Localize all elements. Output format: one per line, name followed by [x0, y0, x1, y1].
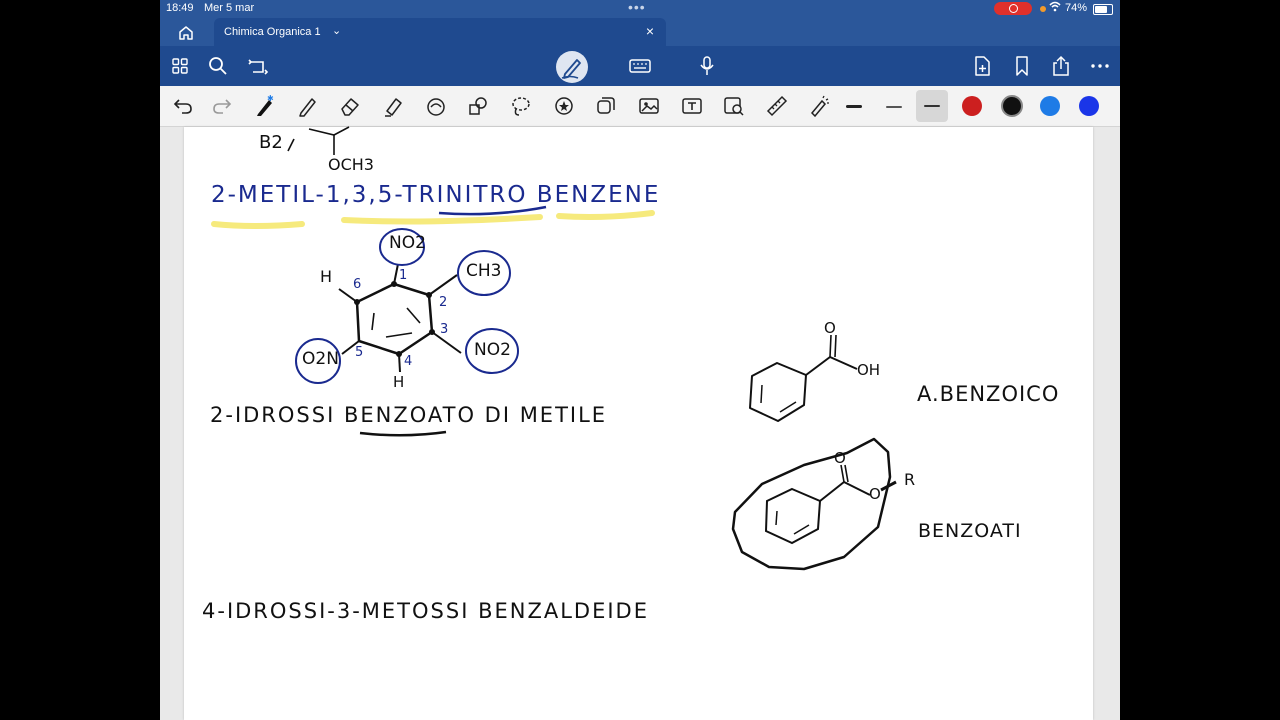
highlighter-icon[interactable]: [381, 94, 405, 118]
ruler-icon[interactable]: [765, 94, 789, 118]
text-box-icon[interactable]: [680, 94, 704, 118]
benzoic-acid-structure: [731, 334, 897, 571]
document-tab[interactable]: Chimica Organica 1 ⌄ ×: [214, 18, 666, 46]
label-acid-o: O: [824, 319, 836, 337]
search-icon[interactable]: [206, 54, 230, 78]
close-tab-icon[interactable]: ×: [646, 23, 654, 39]
app-window: 18:49 Mer 5 mar ••• 74% Chimica Organica…: [160, 0, 1120, 720]
app-toolbar: [160, 46, 1120, 86]
pen-tool-icon[interactable]: ✱: [253, 94, 277, 118]
document-tab-title: Chimica Organica 1: [224, 26, 321, 38]
keyboard-icon[interactable]: [628, 54, 652, 78]
wifi-icon: [1049, 1, 1061, 15]
canvas-area[interactable]: B2 OCH3 2-METIL-1,3,5-TRINITRO BENZENE N…: [160, 126, 1120, 720]
bookmark-icon[interactable]: [1010, 54, 1034, 78]
tab-bar: Chimica Organica 1 ⌄ ×: [160, 18, 1120, 46]
drawing-toolbar: ✱: [160, 86, 1120, 127]
color-blue[interactable]: [1079, 96, 1099, 116]
svg-text:✱: ✱: [267, 94, 274, 103]
label-ester-o-top: O: [834, 449, 846, 467]
scan-image-icon[interactable]: [722, 94, 746, 118]
pencil-icon[interactable]: [296, 94, 320, 118]
thick-line-option[interactable]: [846, 105, 862, 108]
label-ester-o: O: [869, 485, 881, 503]
color-red[interactable]: [962, 96, 982, 116]
thin-line-option[interactable]: [886, 106, 902, 108]
shapes-icon[interactable]: [466, 94, 490, 118]
redo-icon[interactable]: [210, 94, 234, 118]
stickers-icon[interactable]: [552, 94, 576, 118]
more-icon[interactable]: [1088, 54, 1112, 78]
label-acid-oh: OH: [857, 361, 881, 379]
color-light-blue[interactable]: [1040, 96, 1060, 116]
chevron-down-icon[interactable]: ⌄: [332, 24, 341, 37]
battery-percent: 74%: [1065, 2, 1088, 14]
title-vanillina: 4-IDROSSI-3-METOSSI BENZALDEIDE: [202, 599, 649, 623]
grid-icon[interactable]: [168, 54, 192, 78]
undo-icon[interactable]: [171, 94, 195, 118]
home-icon[interactable]: [177, 24, 195, 42]
pen-mode-icon[interactable]: [556, 51, 588, 83]
eraser-icon[interactable]: [338, 94, 362, 118]
status-bar: 18:49 Mer 5 mar ••• 74%: [160, 0, 1120, 18]
label-benzoati: BENZOATI: [918, 520, 1022, 542]
mic-indicator-icon: [1040, 6, 1046, 12]
medium-line-option[interactable]: [916, 90, 948, 122]
medium-line-swatch: [924, 105, 940, 107]
multitask-dots-icon[interactable]: •••: [628, 0, 646, 15]
battery-icon: [1093, 4, 1113, 15]
status-time: 18:49: [166, 2, 194, 14]
add-page-icon[interactable]: [970, 54, 994, 78]
share-icon[interactable]: [1049, 54, 1073, 78]
sync-icon[interactable]: [246, 54, 270, 78]
status-date: Mer 5 mar: [204, 2, 255, 14]
label-benzoic-acid: A.BENZOICO: [917, 382, 1060, 406]
note-page[interactable]: B2 OCH3 2-METIL-1,3,5-TRINITRO BENZENE N…: [184, 126, 1093, 720]
lasso-select-icon[interactable]: [509, 94, 533, 118]
image-icon[interactable]: [637, 94, 661, 118]
label-ester-r: R: [904, 470, 916, 489]
screen-record-icon[interactable]: [994, 2, 1032, 15]
color-black-selected[interactable]: [1001, 95, 1023, 117]
elements-icon[interactable]: [594, 94, 618, 118]
microphone-icon[interactable]: [695, 54, 719, 78]
ink-to-shape-icon[interactable]: [424, 94, 448, 118]
laser-pointer-icon[interactable]: [807, 94, 831, 118]
